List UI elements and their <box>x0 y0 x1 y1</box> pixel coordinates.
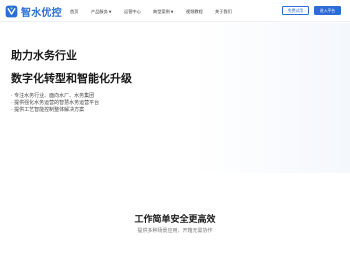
hero-bullet: · 提供强化水务运营的智慧水务运营平台 <box>11 100 100 106</box>
nav-cases[interactable]: 典型案例 ▼ <box>153 9 173 15</box>
nav-products-label: 产品服务 <box>91 9 108 14</box>
top-header: 智水优控 首页 产品服务 ▼ 运营中心 典型案例 ▼ 视频教程 关于我们 免费试… <box>0 0 350 22</box>
nav-cases-label: 典型案例 <box>153 9 170 14</box>
chevron-down-icon: ▼ <box>170 10 174 14</box>
hero-bullet: · 提供工艺智能控制整体解决方案 <box>11 107 85 113</box>
free-trial-button[interactable]: 免费试用 <box>282 6 309 15</box>
hero-bullet: · 专注水务行业、面向水厂、水务集团 <box>11 93 95 99</box>
brand-logo[interactable]: 智水优控 <box>5 3 62 19</box>
nav-home[interactable]: 首页 <box>70 9 78 15</box>
hero-title-line2: 数字化转型和智能化升级 <box>11 72 132 85</box>
brand-name: 智水优控 <box>21 7 62 19</box>
nav-about-label: 关于我们 <box>215 9 232 14</box>
nav-videos[interactable]: 视频教程 <box>186 9 203 15</box>
logo-icon <box>5 5 18 17</box>
nav-products[interactable]: 产品服务 ▼ <box>91 9 111 15</box>
nav-home-label: 首页 <box>70 9 79 14</box>
nav-operations-label: 运营中心 <box>124 9 141 14</box>
nav-videos-label: 视频教程 <box>186 9 203 14</box>
nav-about[interactable]: 关于我们 <box>215 9 232 15</box>
nav-operations[interactable]: 运营中心 <box>124 9 141 15</box>
enter-platform-button[interactable]: 进入平台 <box>314 6 341 15</box>
hero-bullet-list: · 专注水务行业、面向水厂、水务集团 · 提供强化水务运营的智慧水务运营平台 ·… <box>11 93 99 114</box>
chevron-down-icon: ▼ <box>108 10 112 14</box>
section-subtitle: 提供多种场景应用，开箱无需协作 <box>137 228 213 234</box>
hero-title-line1: 助力水务行业 <box>11 49 77 62</box>
section-title: 工作简单安全更高效 <box>134 215 216 225</box>
